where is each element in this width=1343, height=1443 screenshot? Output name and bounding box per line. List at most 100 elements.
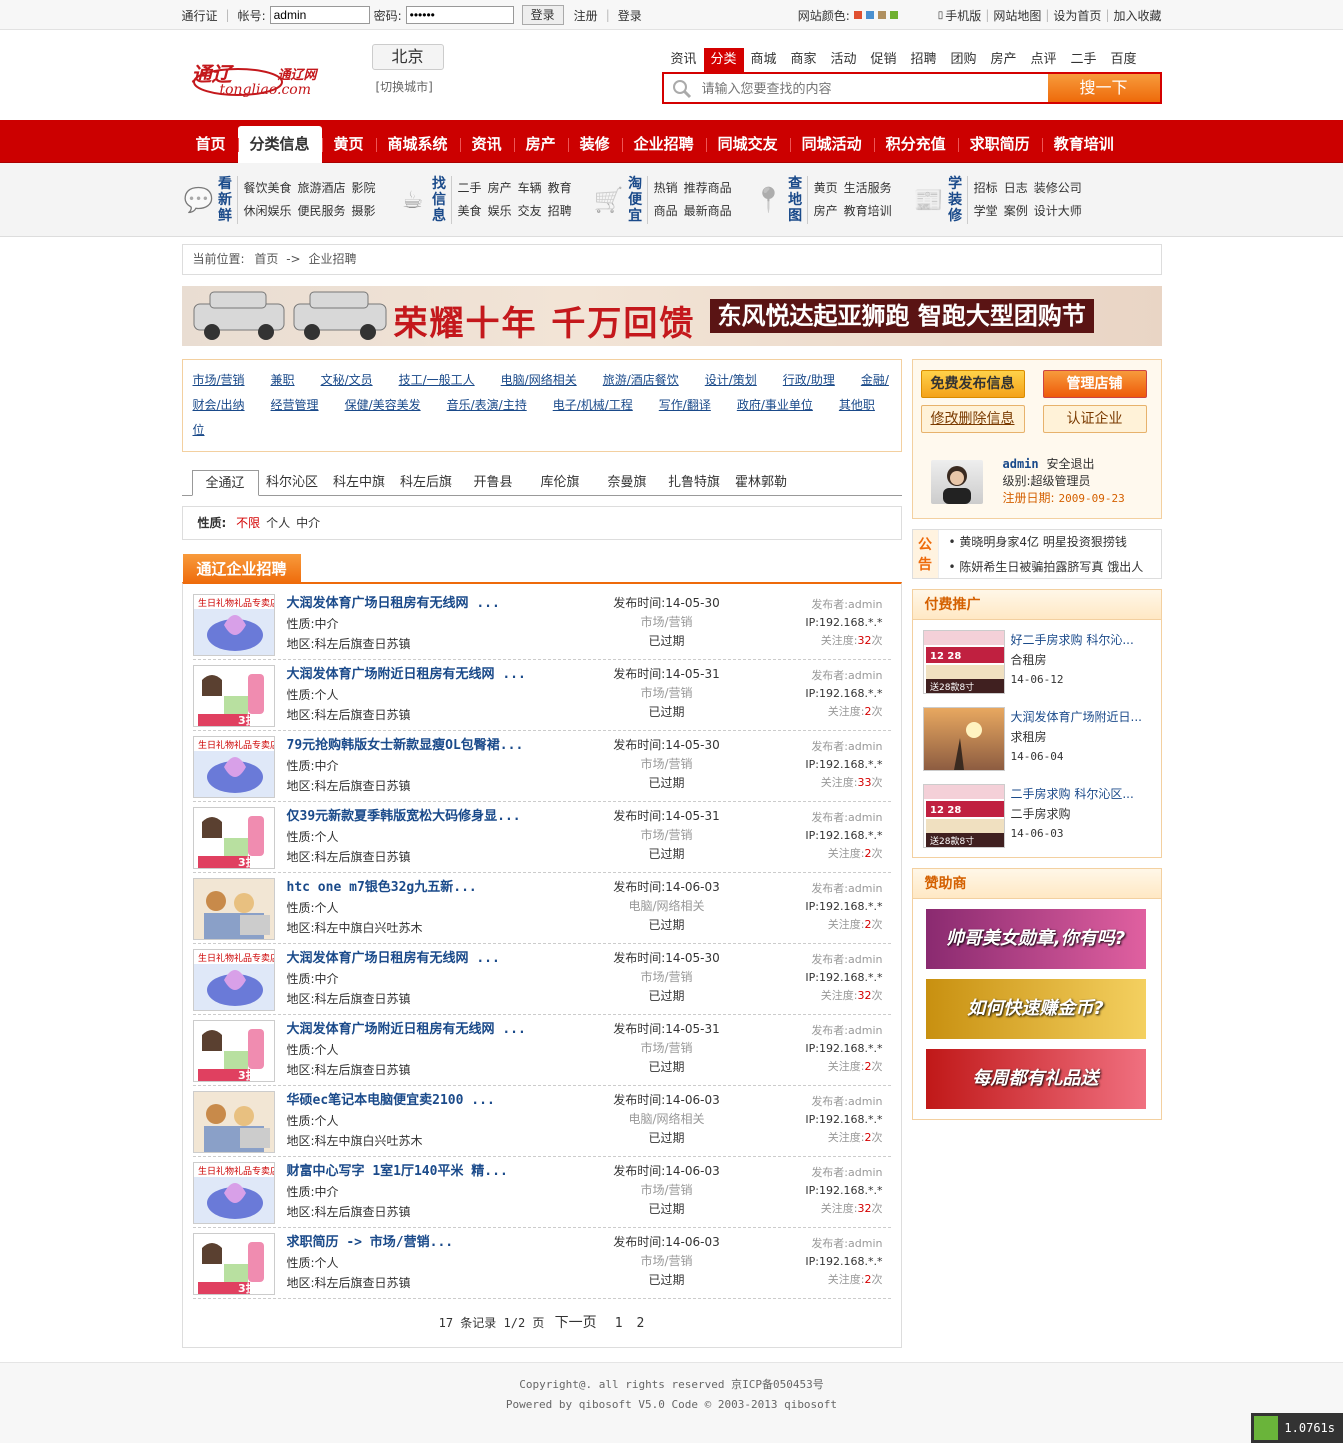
listing-title[interactable]: 大润发体育广场附近日租房有无线网 ... [287,1020,607,1040]
region-tab[interactable]: 霍林郭勒 [728,470,795,495]
color-swatch[interactable] [877,11,886,19]
category-link[interactable]: 政府/事业单位 [737,398,813,412]
category-link[interactable]: 经营管理 [271,398,319,412]
nature-option[interactable]: 个人 [266,516,290,530]
quick-link[interactable]: 黄页 [814,181,838,195]
listing-title[interactable]: 仅39元新款夏季韩版宽松大码修身显... [287,807,607,827]
listing-thumbnail[interactable]: 生日礼物礼品专卖店 [192,736,275,798]
search-tab[interactable]: 分类 [703,48,744,72]
username[interactable]: admin [1003,457,1039,471]
page-link[interactable]: 2 [637,1316,645,1331]
listing-thumbnail[interactable]: 生日礼物礼品专卖店 [192,594,275,656]
quick-link[interactable]: 热销 [654,181,678,195]
listing-thumbnail[interactable] [192,878,275,940]
quick-link[interactable]: 交友 [518,204,542,218]
sponsor-banner[interactable]: 如何快速赚金币? [925,979,1146,1039]
nav-item[interactable]: 求职简历 [957,126,1042,163]
listing-thumbnail[interactable]: 3折 [192,1233,275,1295]
register-link[interactable]: 注册 [574,7,598,24]
nav-item[interactable]: 分类信息 [237,126,322,163]
sponsor-banner[interactable]: 每周都有礼品送 [925,1049,1146,1109]
search-tab[interactable]: 二手 [1064,48,1104,72]
favorite-link[interactable]: 加入收藏 [1113,7,1161,24]
account-input[interactable] [269,6,370,24]
breadcrumb-home[interactable]: 首页 [254,252,278,266]
category-link[interactable]: 保健/美容美发 [345,398,421,412]
search-input[interactable] [663,74,1048,102]
search-tab[interactable]: 房产 [984,48,1024,72]
quick-link[interactable]: 美食 [458,204,482,218]
search-tab[interactable]: 团购 [944,48,984,72]
quick-link[interactable]: 车辆 [518,181,542,195]
quick-link[interactable]: 招标 [974,181,998,195]
promo-image[interactable] [922,707,1005,771]
quick-link[interactable]: 推荐商品 [684,181,732,195]
search-tab[interactable]: 商城 [744,48,784,72]
quick-link[interactable]: 设计大师 [1034,204,1082,218]
listing-title[interactable]: 求职简历 -> 市场/营销... [287,1233,607,1253]
region-tab[interactable]: 奈曼旗 [594,470,661,495]
nav-item[interactable]: 房产 [513,126,568,163]
mobile-link[interactable]: 手机版 [945,7,981,24]
nav-item[interactable]: 黄页 [321,126,376,163]
breadcrumb-current[interactable]: 企业招聘 [308,252,356,266]
quick-link[interactable]: 商品 [654,204,678,218]
quick-link[interactable]: 餐饮美食 [244,181,292,195]
color-swatch[interactable] [889,11,898,19]
listing-thumbnail[interactable]: 3折 [192,1020,275,1082]
quick-link[interactable]: 教育培训 [844,204,892,218]
region-tab[interactable]: 库伦旗 [527,470,594,495]
notice-item[interactable]: • 黄晓明身家4亿 明星投资狠捞钱 [949,530,1144,555]
nav-item[interactable]: 同城交友 [705,126,790,163]
region-tab[interactable]: 科左中旗 [326,470,393,495]
quick-link[interactable]: 教育 [548,181,572,195]
category-link[interactable]: 设计/策划 [705,373,757,387]
listing-thumbnail[interactable]: 生日礼物礼品专卖店 [192,949,275,1011]
listing-title[interactable]: 79元抢购韩版女士新款显瘦OL包臀裙... [287,736,607,756]
listing-title[interactable]: 华硕ec笔记本电脑便宜卖2100 ... [287,1091,607,1111]
listing-thumbnail[interactable] [192,1091,275,1153]
notice-item[interactable]: • 陈妍希生日被骗拍露脐写真 饿出人 [949,555,1144,580]
switch-city-link[interactable]: [切换城市] [376,78,433,95]
nature-option[interactable]: 中介 [296,516,320,530]
listing-title[interactable]: htc one m7银色32g九五新... [287,878,607,898]
sitemap-link[interactable]: 网站地图 [993,7,1041,24]
ad-banner[interactable]: 荣耀十年 千万回馈 东风悦达起亚狮跑 智跑大型团购节 [181,286,1162,346]
category-link[interactable]: 兼职 [271,373,295,387]
quick-link[interactable]: 生活服务 [844,181,892,195]
search-button[interactable]: 搜一下 [1047,74,1160,102]
logout-link[interactable]: 安全退出 [1046,457,1094,471]
nav-item[interactable]: 企业招聘 [621,126,706,163]
category-link[interactable]: 文秘/文员 [321,373,373,387]
notice-text[interactable]: 陈妍希生日被骗拍露脐写真 饿出人 [959,560,1143,574]
verify-company-button[interactable]: 认证企业 [1042,405,1147,433]
category-link[interactable]: 市场/营销 [193,373,245,387]
sponsor-banner[interactable]: 帅哥美女勋章,你有吗? [925,909,1146,969]
listing-thumbnail[interactable]: 3折 [192,807,275,869]
nav-item[interactable]: 资讯 [459,126,514,163]
listing-title[interactable]: 财富中心写字 1室1厅140平米 精... [287,1162,607,1182]
edit-info-button[interactable]: 修改删除信息 [920,405,1025,433]
page-link[interactable]: 1 [615,1316,623,1331]
region-tab[interactable]: 开鲁县 [460,470,527,495]
quick-link[interactable]: 房产 [488,181,512,195]
listing-thumbnail[interactable]: 3折 [192,665,275,727]
search-tab[interactable]: 资讯 [664,48,704,72]
quick-link[interactable]: 日志 [1004,181,1028,195]
login-link[interactable]: 登录 [618,7,642,24]
quick-link[interactable]: 二手 [458,181,482,195]
notice-text[interactable]: 黄晓明身家4亿 明星投资狠捞钱 [959,535,1126,549]
publish-button[interactable]: 免费发布信息 [920,370,1025,398]
quick-link[interactable]: 装修公司 [1034,181,1082,195]
category-link[interactable]: 音乐/表演/主持 [447,398,527,412]
search-tab[interactable]: 百度 [1104,48,1144,72]
category-link[interactable]: 写作/翻译 [659,398,711,412]
quick-link[interactable]: 学堂 [974,204,998,218]
category-link[interactable]: 行政/助理 [783,373,835,387]
nav-item[interactable]: 首页 [184,126,238,163]
category-link[interactable]: 电脑/网络相关 [501,373,577,387]
nav-item[interactable]: 商城系统 [375,126,460,163]
quick-link[interactable]: 摄影 [352,204,376,218]
promo-title[interactable]: 大润发体育广场附近日... [1011,707,1142,727]
region-tab[interactable]: 全通辽 [191,470,259,496]
